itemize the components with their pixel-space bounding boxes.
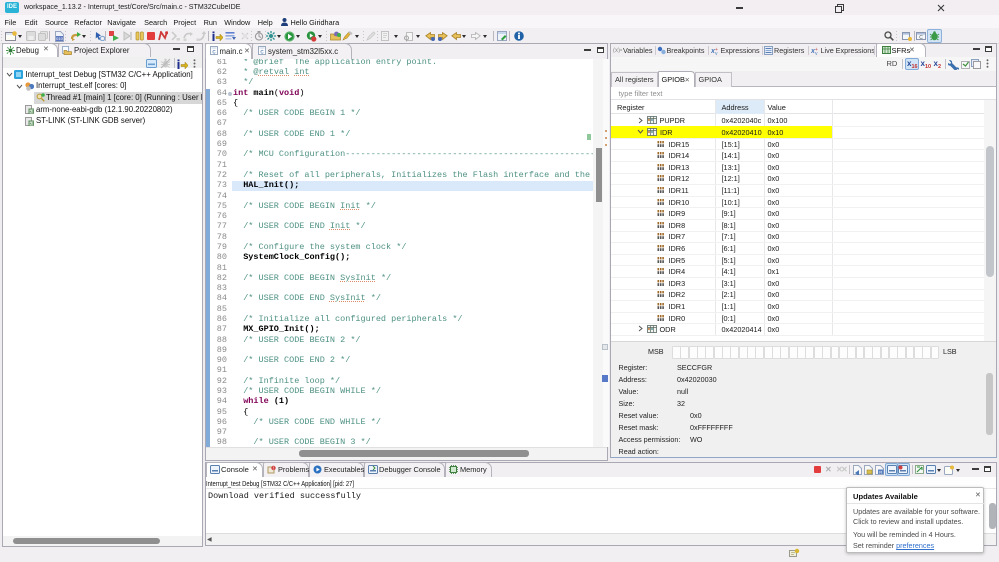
svg-text:!: ! — [272, 466, 273, 471]
svg-text:R: R — [879, 469, 882, 474]
